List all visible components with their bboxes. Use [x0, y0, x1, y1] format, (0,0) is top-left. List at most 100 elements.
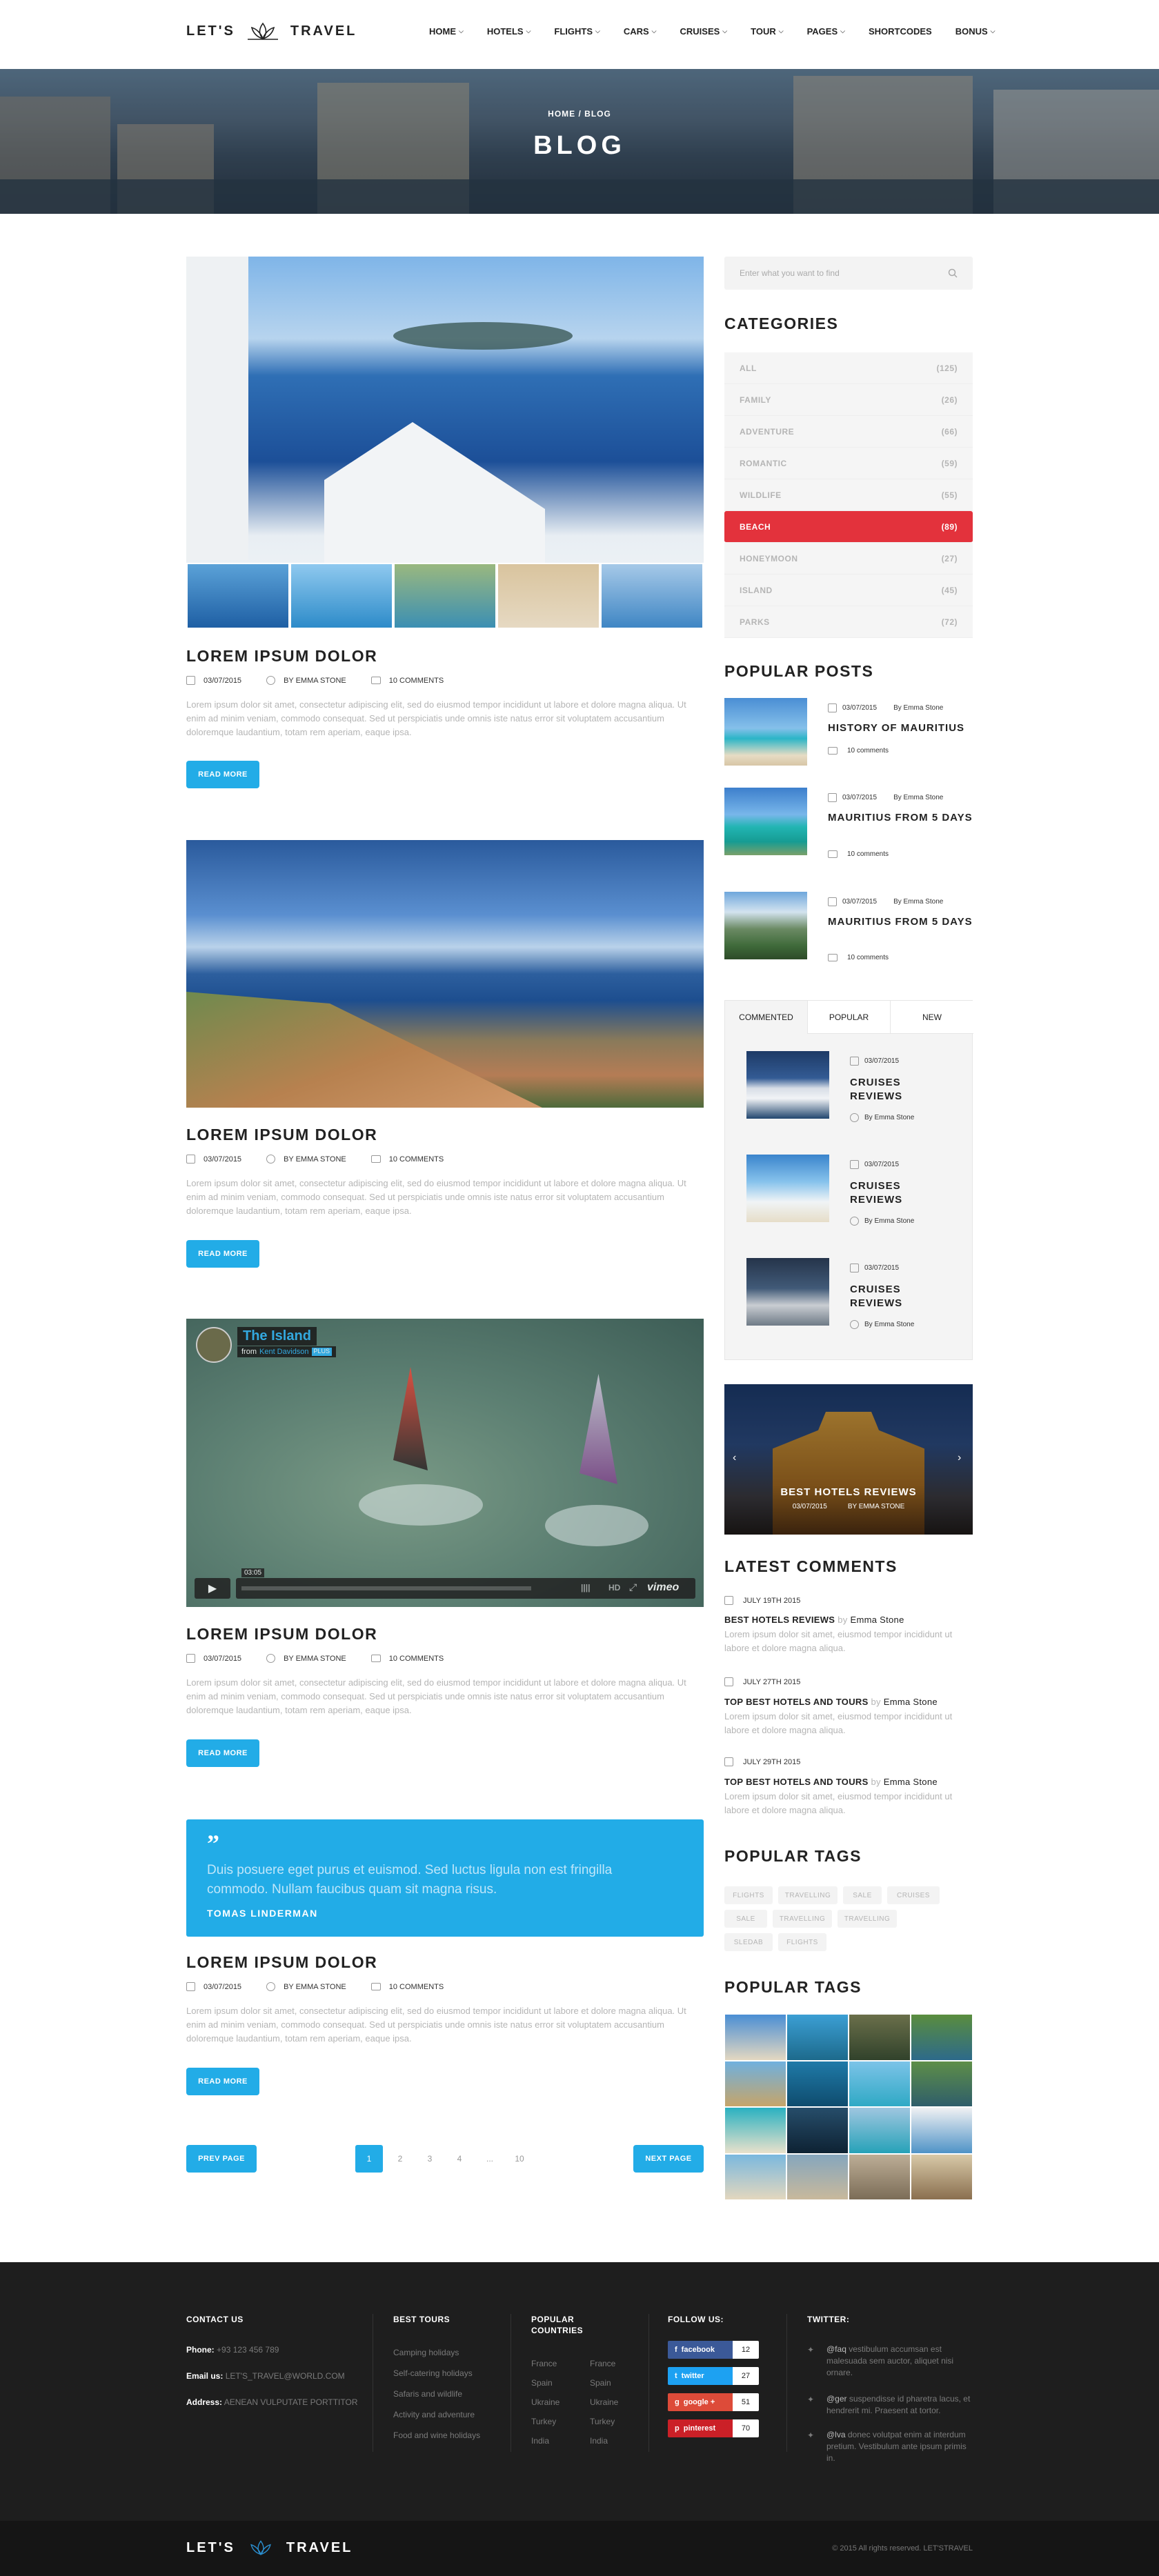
thumbnail[interactable]: [600, 563, 704, 629]
hotel-banner-title[interactable]: BEST HOTELS REVIEWS: [724, 1486, 973, 1498]
gallery-photo[interactable]: [724, 2107, 786, 2154]
post-author[interactable]: By Emma Stone: [893, 898, 943, 906]
comment-author[interactable]: Emma Stone: [884, 1697, 938, 1707]
post-author[interactable]: By Emma Stone: [864, 1217, 914, 1225]
category-wildlife[interactable]: WILDLIFE (55): [724, 479, 973, 511]
footer-tour-link[interactable]: Activity and adventure: [393, 2410, 475, 2419]
tag-link[interactable]: FLIGHTS: [778, 1933, 826, 1951]
video-progress-bar[interactable]: [241, 1586, 531, 1590]
popular-post-image[interactable]: [724, 892, 807, 959]
tab-post-image[interactable]: [746, 1051, 829, 1119]
nav-bonus[interactable]: BONUS ⌵: [955, 26, 995, 37]
tag-link[interactable]: SLEDAB: [724, 1933, 773, 1951]
comment-post-title[interactable]: BEST HOTELS REVIEWS: [724, 1615, 835, 1625]
gallery-photo[interactable]: [724, 2060, 786, 2107]
chevron-right-icon[interactable]: ›: [958, 1452, 961, 1464]
tab-post-title[interactable]: CRUISES REVIEWS: [850, 1076, 933, 1104]
page-number[interactable]: 10: [506, 2145, 533, 2173]
facebook-follow[interactable]: f facebook 12: [668, 2341, 759, 2359]
post-title[interactable]: LOREM IPSUM DOLOR: [186, 1625, 377, 1644]
footer-country-link[interactable]: Ukraine: [590, 2397, 618, 2407]
nav-hotels[interactable]: HOTELS ⌵: [487, 26, 531, 37]
category-all[interactable]: ALL (125): [724, 352, 973, 384]
post-author[interactable]: BY EMMA STONE: [284, 1655, 346, 1663]
tab-post-image[interactable]: [746, 1155, 829, 1222]
footer-tour-link[interactable]: Self-catering holidays: [393, 2368, 473, 2378]
tag-link[interactable]: FLIGHTS: [724, 1886, 773, 1904]
footer-country-link[interactable]: India: [590, 2436, 608, 2446]
category-family[interactable]: FAMILY (26): [724, 384, 973, 416]
volume-icon[interactable]: ||||: [581, 1583, 590, 1592]
category-romantic[interactable]: ROMANTIC (59): [724, 448, 973, 479]
nav-pages[interactable]: PAGES ⌵: [807, 26, 845, 37]
pinterest-follow[interactable]: p pinterest 70: [668, 2419, 759, 2437]
footer-tour-link[interactable]: Food and wine holidays: [393, 2430, 480, 2440]
post-comments[interactable]: 10 COMMENTS: [389, 1983, 444, 1991]
post-author[interactable]: By Emma Stone: [864, 1321, 914, 1328]
breadcrumb[interactable]: HOME / BLOG: [0, 109, 1159, 119]
page-number[interactable]: 2: [386, 2145, 414, 2173]
tag-link[interactable]: SALE: [724, 1910, 767, 1928]
nav-tour[interactable]: TOUR ⌵: [751, 26, 783, 37]
post-title[interactable]: LOREM IPSUM DOLOR: [186, 1126, 377, 1144]
footer-country-link[interactable]: Turkey: [531, 2417, 556, 2426]
gallery-photo[interactable]: [849, 2060, 911, 2107]
gallery-photo[interactable]: [911, 2060, 973, 2107]
search-input[interactable]: Enter what you want to find: [740, 268, 840, 278]
tab-post-image[interactable]: [746, 1258, 829, 1326]
gallery-photo[interactable]: [849, 2153, 911, 2200]
comment-title[interactable]: TOP BEST HOTELS AND TOURS by Emma Stone: [724, 1697, 938, 1707]
category-beach[interactable]: BEACH (89): [724, 511, 973, 543]
email-value[interactable]: LET'S_TRAVEL@WORLD.COM: [226, 2371, 345, 2381]
post-author[interactable]: BY EMMA STONE: [284, 1155, 346, 1164]
search-icon[interactable]: [948, 268, 958, 278]
tag-link[interactable]: TRAVELLING: [838, 1910, 897, 1928]
gallery-photo[interactable]: [911, 2107, 973, 2154]
read-more-button[interactable]: READ MORE: [186, 1240, 259, 1268]
gallery-photo[interactable]: [786, 2153, 849, 2200]
video-player[interactable]: The Island from Kent Davidson PLUS ▶ 03:…: [186, 1319, 704, 1607]
chevron-left-icon[interactable]: ‹: [733, 1452, 736, 1464]
tag-link[interactable]: SALE: [843, 1886, 882, 1904]
tweet-handle[interactable]: @lva: [826, 2430, 846, 2439]
category-adventure[interactable]: ADVENTURE (66): [724, 416, 973, 448]
popular-post-image[interactable]: [724, 788, 807, 855]
tab-post-title[interactable]: CRUISES REVIEWS: [850, 1179, 933, 1207]
tag-link[interactable]: CRUISES: [887, 1886, 940, 1904]
gallery-photo[interactable]: [911, 2153, 973, 2200]
comment-post-title[interactable]: TOP BEST HOTELS AND TOURS: [724, 1697, 869, 1707]
fullscreen-icon[interactable]: ⤢: [629, 1581, 637, 1593]
page-number[interactable]: 3: [416, 2145, 444, 2173]
footer-tour-link[interactable]: Safaris and wildlife: [393, 2389, 462, 2399]
comments-count[interactable]: 10 comments: [847, 850, 889, 858]
comment-post-title[interactable]: TOP BEST HOTELS AND TOURS: [724, 1777, 869, 1787]
comment-title[interactable]: BEST HOTELS REVIEWS by Emma Stone: [724, 1615, 904, 1625]
gallery-photo[interactable]: [786, 2014, 849, 2061]
thumbnail[interactable]: [186, 563, 290, 629]
comments-count[interactable]: 10 comments: [847, 954, 889, 961]
footer-country-link[interactable]: Ukraine: [531, 2397, 559, 2407]
gallery-photo[interactable]: [911, 2014, 973, 2061]
category-honeymoon[interactable]: HONEYMOON (27): [724, 543, 973, 575]
tweet-handle[interactable]: @faq: [826, 2344, 846, 2354]
gallery-photo[interactable]: [724, 2153, 786, 2200]
tab-post-title[interactable]: CRUISES REVIEWS: [850, 1283, 933, 1310]
comment-author[interactable]: Emma Stone: [884, 1777, 938, 1787]
video-title[interactable]: The Island: [237, 1327, 317, 1346]
nav-cars[interactable]: CARS ⌵: [624, 26, 657, 37]
read-more-button[interactable]: READ MORE: [186, 2068, 259, 2095]
tab-new[interactable]: NEW: [891, 1001, 973, 1034]
gallery-photo[interactable]: [849, 2014, 911, 2061]
footer-country-link[interactable]: Turkey: [590, 2417, 615, 2426]
nav-cruises[interactable]: CRUISES ⌵: [680, 26, 728, 37]
page-number[interactable]: 4: [446, 2145, 473, 2173]
post-comments[interactable]: 10 COMMENTS: [389, 1155, 444, 1164]
post-author[interactable]: BY EMMA STONE: [284, 1983, 346, 1991]
read-more-button[interactable]: READ MORE: [186, 1739, 259, 1767]
hotel-review-slider[interactable]: ‹ › BEST HOTELS REVIEWS 03/07/2015 BY EM…: [724, 1384, 973, 1535]
gallery-photo[interactable]: [724, 2014, 786, 2061]
footer-country-link[interactable]: India: [531, 2436, 549, 2446]
category-parks[interactable]: PARKS (72): [724, 606, 973, 638]
comment-author[interactable]: Emma Stone: [850, 1615, 904, 1625]
post-comments[interactable]: 10 COMMENTS: [389, 1655, 444, 1663]
